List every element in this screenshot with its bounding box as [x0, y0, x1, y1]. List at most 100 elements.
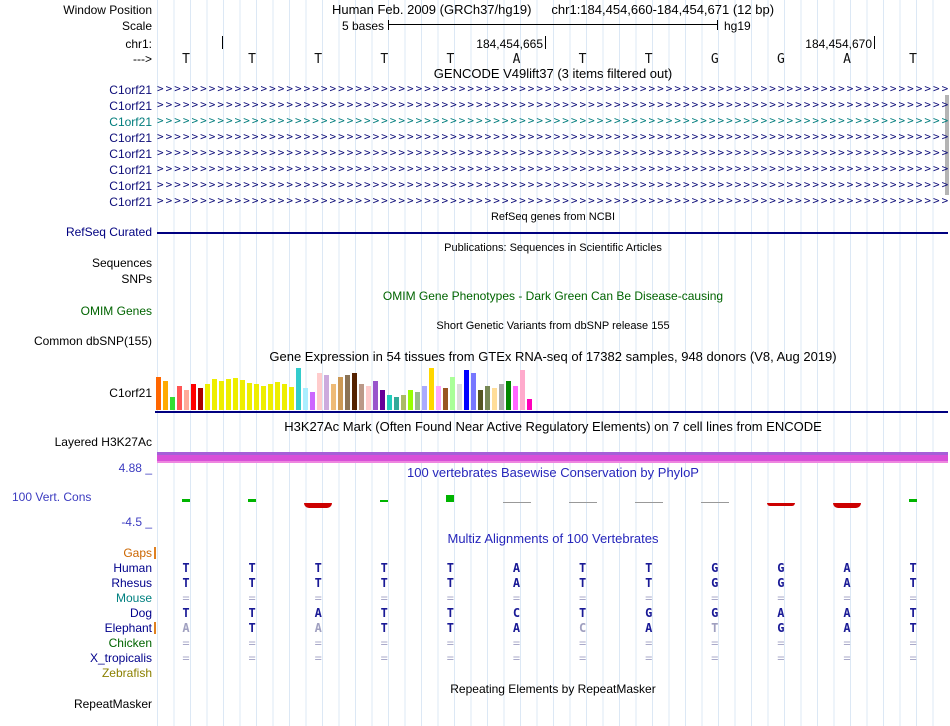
h3k27ac-signal-band[interactable]	[157, 452, 948, 463]
gencode-transcript[interactable]: >>>>>>>>>>>>>>>>>>>>>>>>>>>>>>>>>>>>>>>>…	[157, 97, 948, 113]
alignment-base: =	[248, 651, 256, 665]
gencode-item-label[interactable]: C1orf21	[0, 179, 152, 193]
alignment-base: =	[777, 591, 785, 605]
gtex-tissue-bar	[527, 399, 532, 410]
snps-track-label[interactable]: SNPs	[0, 272, 152, 286]
gtex-tissue-bar	[310, 392, 315, 410]
h3k27ac-track-title[interactable]: H3K27Ac Mark (Often Found Near Active Re…	[157, 420, 949, 434]
gtex-tissue-bar	[303, 388, 308, 410]
alignment-base: =	[777, 636, 785, 650]
gencode-item-label[interactable]: C1orf21	[0, 99, 152, 113]
gtex-gene-label[interactable]: C1orf21	[0, 386, 152, 400]
alignment-base: =	[248, 636, 256, 650]
alignment-base: C	[578, 621, 587, 635]
alignment-base: =	[578, 636, 587, 650]
gencode-transcript[interactable]: >>>>>>>>>>>>>>>>>>>>>>>>>>>>>>>>>>>>>>>>…	[157, 177, 948, 193]
gtex-tissue-bar	[184, 390, 189, 410]
phylop-track-title[interactable]: 100 vertebrates Basewise Conservation by…	[157, 466, 949, 480]
alignment-base: =	[512, 591, 521, 605]
phylop-baseline-segment	[634, 502, 663, 503]
gencode-item-label[interactable]: C1orf21	[0, 195, 152, 209]
species-label-gaps[interactable]: Gaps	[0, 546, 152, 560]
alignment-base: T	[182, 606, 190, 620]
alignment-base: A	[843, 576, 851, 590]
gencode-item-label[interactable]: C1orf21	[0, 131, 152, 145]
gencode-transcript[interactable]: >>>>>>>>>>>>>>>>>>>>>>>>>>>>>>>>>>>>>>>>…	[157, 193, 948, 209]
gtex-tissue-bar	[436, 386, 441, 410]
repeatmasker-track-title[interactable]: Repeating Elements by RepeatMasker	[157, 682, 949, 696]
alignment-base: =	[909, 591, 917, 605]
gencode-transcript[interactable]: >>>>>>>>>>>>>>>>>>>>>>>>>>>>>>>>>>>>>>>>…	[157, 129, 948, 145]
phylop-positive-bar	[380, 500, 389, 502]
species-label-chicken[interactable]: Chicken	[0, 636, 152, 650]
gtex-tissue-bar	[156, 377, 161, 410]
phylop-track-label[interactable]: 100 Vert. Cons	[12, 490, 91, 504]
gtex-tissue-bar	[205, 384, 210, 410]
gtex-tissue-bar	[478, 390, 483, 410]
gtex-tissue-bar	[394, 397, 399, 410]
alignment-base: T	[645, 576, 653, 590]
alignment-base: =	[909, 636, 917, 650]
dbsnp-track-title[interactable]: Short Genetic Variants from dbSNP releas…	[157, 319, 949, 333]
gtex-tissue-bar	[177, 386, 182, 410]
alignment-base: =	[711, 591, 719, 605]
alignment-base: =	[843, 636, 851, 650]
sequences-track-label[interactable]: Sequences	[0, 256, 152, 270]
scale-bar-line	[389, 24, 717, 25]
h3k27ac-track-label[interactable]: Layered H3K27Ac	[0, 435, 152, 449]
alignment-base: G	[711, 576, 719, 590]
gtex-expression-bars[interactable]	[156, 366, 532, 410]
alignment-base: A	[512, 561, 521, 575]
gencode-item-label[interactable]: C1orf21	[0, 163, 152, 177]
species-label-mouse[interactable]: Mouse	[0, 591, 152, 605]
gencode-track-title[interactable]: GENCODE V49lift37 (3 items filtered out)	[157, 67, 949, 81]
alignment-base: =	[380, 651, 388, 665]
phylop-baseline-segment	[700, 502, 729, 503]
scale-label: Scale	[121, 19, 152, 33]
gencode-transcript[interactable]: >>>>>>>>>>>>>>>>>>>>>>>>>>>>>>>>>>>>>>>>…	[157, 161, 948, 177]
gtex-tissue-bar	[471, 373, 476, 410]
alignment-base: =	[446, 651, 454, 665]
gencode-item-label[interactable]: C1orf21	[0, 115, 152, 129]
species-label-dog[interactable]: Dog	[0, 606, 152, 620]
alignment-base: =	[578, 591, 587, 605]
gencode-item-label[interactable]: C1orf21	[0, 83, 152, 97]
alignment-base: T	[645, 561, 653, 575]
species-label-zebrafish[interactable]: Zebrafish	[0, 666, 152, 680]
gtex-tissue-bar	[296, 368, 301, 410]
alignment-base: T	[446, 576, 454, 590]
base-letter: T	[182, 52, 190, 67]
alignment-base: A	[645, 621, 653, 635]
gencode-transcript[interactable]: >>>>>>>>>>>>>>>>>>>>>>>>>>>>>>>>>>>>>>>>…	[157, 145, 948, 161]
base-letter: G	[776, 52, 785, 67]
species-label-human[interactable]: Human	[0, 561, 152, 575]
refseq-curated-track[interactable]	[157, 232, 948, 234]
species-label-rhesus[interactable]: Rhesus	[0, 576, 152, 590]
refseq-curated-label[interactable]: RefSeq Curated	[0, 225, 152, 239]
dbsnp-track-label[interactable]: Common dbSNP(155)	[0, 334, 152, 348]
gencode-transcript[interactable]: >>>>>>>>>>>>>>>>>>>>>>>>>>>>>>>>>>>>>>>>…	[157, 81, 948, 97]
reference-sequence-row[interactable]	[157, 51, 949, 66]
species-label-x_tropicalis[interactable]: X_tropicalis	[0, 651, 152, 665]
alignment-base: G	[777, 576, 785, 590]
alignment-base: =	[446, 591, 454, 605]
publications-track-title[interactable]: Publications: Sequences in Scientific Ar…	[157, 241, 949, 255]
alignment-base: G	[711, 561, 719, 575]
gencode-item-label[interactable]: C1orf21	[0, 147, 152, 161]
insertion-tick	[154, 547, 156, 559]
species-label-elephant[interactable]: Elephant	[0, 621, 152, 635]
gtex-tissue-bar	[338, 377, 343, 410]
base-letter: T	[314, 52, 323, 67]
alignment-base: =	[248, 591, 256, 605]
repeatmasker-track-label[interactable]: RepeatMasker	[0, 697, 152, 711]
alignment-base: =	[446, 636, 454, 650]
omim-track-title[interactable]: OMIM Gene Phenotypes - Dark Green Can Be…	[157, 289, 949, 303]
gtex-track-title[interactable]: Gene Expression in 54 tissues from GTEx …	[157, 350, 949, 364]
gencode-transcript[interactable]: >>>>>>>>>>>>>>>>>>>>>>>>>>>>>>>>>>>>>>>>…	[157, 113, 948, 129]
alignment-base: A	[843, 606, 851, 620]
gtex-tissue-bar	[247, 383, 252, 410]
multiz-track-title[interactable]: Multiz Alignments of 100 Vertebrates	[157, 532, 949, 546]
refseq-track-title[interactable]: RefSeq genes from NCBI	[157, 210, 949, 224]
alignment-base: =	[777, 651, 785, 665]
omim-genes-label[interactable]: OMIM Genes	[0, 304, 152, 318]
